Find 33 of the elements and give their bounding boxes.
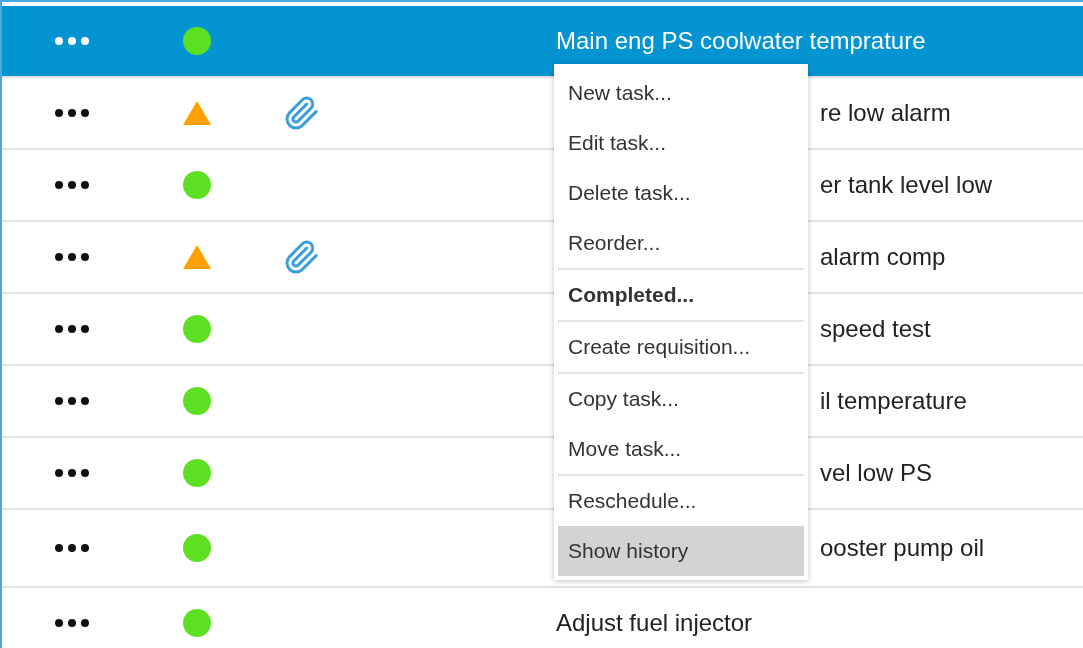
status-dot-icon (182, 608, 212, 638)
more-icon[interactable] (54, 180, 90, 190)
status-dot-icon (182, 533, 212, 563)
task-title: il temperature (820, 387, 967, 415)
menu-item[interactable]: Show history (558, 526, 804, 576)
task-title: speed test (820, 315, 931, 343)
menu-item[interactable]: Delete task... (558, 168, 804, 218)
more-icon[interactable] (54, 543, 90, 553)
more-icon[interactable] (54, 618, 90, 628)
task-title: vel low PS (820, 459, 933, 487)
status-dot-icon (182, 26, 212, 56)
menu-item[interactable]: Completed... (558, 270, 804, 320)
status-dot-icon (182, 458, 212, 488)
task-title: Adjust fuel injector (556, 609, 753, 637)
task-title: re low alarm (820, 99, 951, 127)
status-dot-icon (182, 386, 212, 416)
more-icon[interactable] (54, 396, 90, 406)
more-icon[interactable] (54, 108, 90, 118)
warning-triangle-icon (182, 245, 212, 269)
task-title: er tank level low (820, 171, 993, 199)
more-icon[interactable] (54, 324, 90, 334)
task-title: alarm comp (820, 243, 946, 271)
paperclip-icon[interactable] (284, 95, 320, 131)
task-title: ooster pump oil (820, 534, 985, 562)
warning-triangle-icon (182, 101, 212, 125)
menu-item[interactable]: Create requisition... (558, 322, 804, 372)
menu-item[interactable]: Copy task... (558, 374, 804, 424)
more-icon[interactable] (54, 252, 90, 262)
status-dot-icon (182, 170, 212, 200)
more-icon[interactable] (54, 468, 90, 478)
task-title: Main eng PS coolwater temprature (556, 27, 926, 55)
paperclip-icon[interactable] (284, 239, 320, 275)
status-dot-icon (182, 314, 212, 344)
